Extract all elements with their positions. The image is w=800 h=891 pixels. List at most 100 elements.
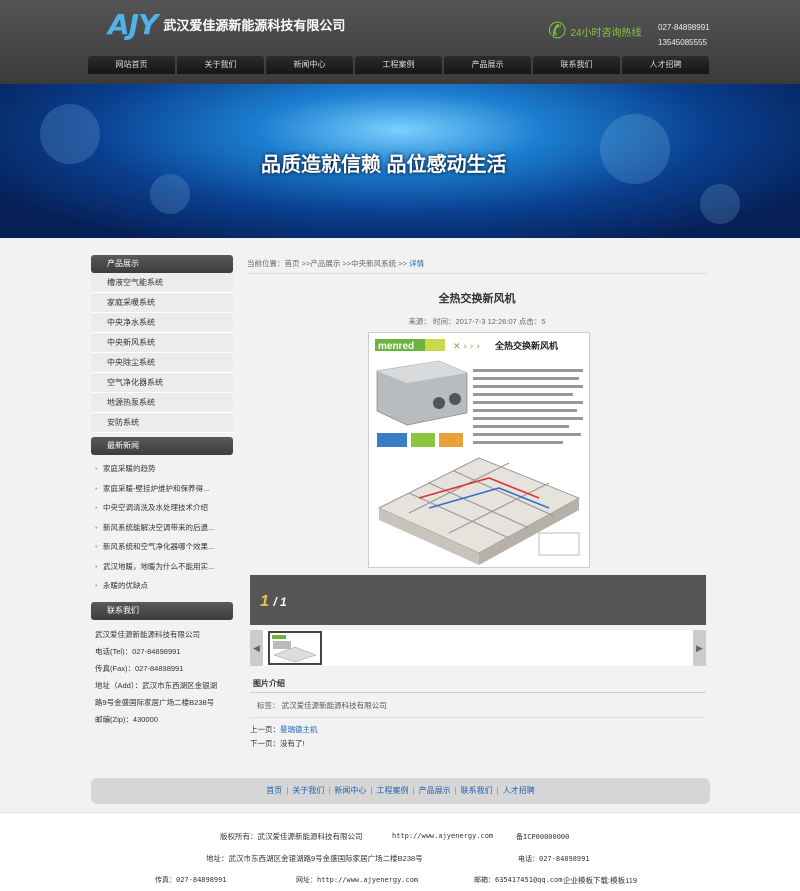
products-box-title: 产品展示	[91, 255, 233, 273]
footer-link-home[interactable]: 首页	[266, 786, 282, 795]
breadcrumb: 当前位置：首页 >>产品展示 >>中央新风系统 >> 详情	[247, 258, 707, 274]
bokeh-light	[150, 174, 190, 214]
footer-link-about[interactable]: 关于我们	[292, 786, 324, 795]
phone-number-1: 027-84898991	[658, 23, 710, 32]
hero-banner: 品质造就信赖 品位感动生活	[0, 84, 800, 238]
footer-email: 邮箱：635417451@qq.com	[474, 876, 563, 884]
footer-copyright: 版权所有：武汉爱佳源新能源科技有限公司	[220, 832, 363, 841]
footer-url[interactable]: http://www.ajyenergy.com	[392, 832, 493, 840]
product-photo-graphic: menred 全热交换新风机 ✕ › › ›	[369, 333, 589, 567]
hotline: ✆ 24小时咨询热线	[548, 18, 642, 44]
breadcrumb-current: 详情	[409, 259, 425, 268]
news-item[interactable]: 中央空调清洗及水处理技术介绍	[91, 498, 233, 518]
footer-link-cases[interactable]: 工程案例	[377, 786, 409, 795]
next-arrow-icon[interactable]: ▶	[693, 630, 706, 666]
nav-item-cases[interactable]: 工程案例	[355, 56, 442, 74]
separator: |	[454, 786, 457, 795]
phone-number-2: 13545085555	[658, 38, 707, 47]
page-title: 全热交换新风机	[438, 293, 516, 305]
news-item[interactable]: 家庭采暖-壁挂炉维护和保养得...	[91, 479, 233, 499]
hotline-label: 24小时咨询热线	[570, 27, 642, 39]
bokeh-light	[600, 114, 670, 184]
site-header: AJY 武汉爱佳源新能源科技有限公司 ✆ 24小时咨询热线 027-848989…	[0, 0, 800, 84]
gallery-caption-bar: 1 / 1	[250, 575, 706, 625]
footer-link-jobs[interactable]: 人才招聘	[503, 786, 535, 795]
news-item[interactable]: 武汉地暖，地暖为什么不能用实...	[91, 557, 233, 577]
sidebar-item-product[interactable]: 中央新风系统	[91, 333, 233, 353]
separator: |	[496, 786, 499, 795]
bokeh-light	[700, 184, 740, 224]
site-logo[interactable]: AJY 武汉爱佳源新能源科技有限公司	[108, 8, 345, 41]
footer-nav: 首页 | 关于我们 | 新闻中心 | 工程案例 | 产品展示 | 联系我们 | 人才招聘	[91, 778, 710, 804]
contact-company: 武汉爱佳源新能源科技有限公司	[95, 629, 200, 639]
footer-template-link[interactable]: 企业模板下载:模板119	[563, 875, 637, 886]
main-nav: 网站首页 关于我们 新闻中心 工程案例 产品展示 联系我们 人才招聘	[88, 56, 711, 74]
thumbnail-image[interactable]	[268, 631, 322, 665]
footer-web[interactable]: 网址：http://www.ajyenergy.com	[296, 875, 418, 885]
separator: |	[328, 786, 331, 795]
thumbnail-graphic	[270, 633, 320, 663]
contact-zip: 邮编(Zip)：430000	[95, 714, 158, 724]
phone-icon: ✆	[548, 18, 567, 43]
prev-page-link[interactable]: 曼瑞德主机	[280, 725, 318, 734]
page-current: 1	[260, 593, 269, 610]
main-content: 当前位置：首页 >>产品展示 >>中央新风系统 >> 详情 全热交换新风机 来源…	[247, 258, 707, 748]
nav-item-products[interactable]: 产品展示	[444, 56, 531, 74]
banner-slogan: 品质造就信赖 品位感动生活	[261, 154, 507, 176]
news-item[interactable]: 家庭采暖的趋势	[91, 459, 233, 479]
contact-address-2: 路9号金盛国际家居广场二楼B238号	[95, 697, 215, 707]
nav-item-home[interactable]: 网站首页	[88, 56, 175, 74]
footer-fax: 传真：027-84898991	[155, 876, 227, 884]
thumbnail-strip: ◀ ▶	[250, 630, 706, 666]
divider	[250, 692, 706, 693]
sidebar: 产品展示 槽液空气能系统 家庭采暖系统 中央净水系统 中央新风系统 中央除尘系统…	[91, 255, 233, 734]
contact-info: 武汉爱佳源新能源科技有限公司 电话(Tel)：027-84898991 传真(F…	[91, 620, 233, 734]
contact-tel: 电话(Tel)：027-84898991	[95, 646, 181, 656]
prev-arrow-icon[interactable]: ◀	[250, 630, 263, 666]
sidebar-item-product[interactable]: 家庭采暖系统	[91, 293, 233, 313]
prev-page-label: 上一页：	[250, 725, 280, 734]
footer-link-products[interactable]: 产品展示	[419, 786, 451, 795]
news-list: 家庭采暖的趋势 家庭采暖-壁挂炉维护和保养得... 中央空调清洗及水处理技术介绍…	[91, 455, 233, 596]
news-item[interactable]: 新风系统和空气净化器哪个效果...	[91, 537, 233, 557]
footer-link-news[interactable]: 新闻中心	[334, 786, 366, 795]
site-footer: 版权所有：武汉爱佳源新能源科技有限公司 http://www.ajyenergy…	[0, 812, 800, 891]
news-item[interactable]: 永暖的优缺点	[91, 576, 233, 596]
tags: 标签： 武汉爱佳源新能源科技有限公司	[257, 701, 387, 710]
svg-text:✕ › › ›: ✕ › › ›	[453, 342, 480, 352]
contact-address-1: 地址（Add）：武汉市东西湖区金银湖	[95, 680, 218, 690]
news-box-title: 最新新闻	[91, 437, 233, 455]
sidebar-item-product[interactable]: 安防系统	[91, 413, 233, 433]
next-page: 下一页：没有了!	[250, 739, 305, 748]
separator: |	[370, 786, 373, 795]
sidebar-item-product[interactable]: 槽液空气能系统	[91, 273, 233, 293]
sidebar-item-product[interactable]: 地源热泵系统	[91, 393, 233, 413]
news-item[interactable]: 新风系统能解决空调带来的后遗...	[91, 518, 233, 538]
page-counter: 1 / 1	[260, 593, 287, 611]
sidebar-item-product[interactable]: 中央除尘系统	[91, 353, 233, 373]
footer-link-contact[interactable]: 联系我们	[461, 786, 493, 795]
breadcrumb-path[interactable]: 当前位置：首页 >>产品展示 >>中央新风系统 >>	[247, 259, 407, 268]
photo-title: 全热交换新风机	[494, 340, 558, 351]
nav-item-jobs[interactable]: 人才招聘	[622, 56, 709, 74]
nav-item-about[interactable]: 关于我们	[177, 56, 264, 74]
page-total: / 1	[273, 595, 287, 609]
footer-tel: 电话：027-84898991	[518, 855, 590, 863]
contact-fax: 传真(Fax)：027-84898991	[95, 663, 184, 673]
separator: |	[286, 786, 289, 795]
sidebar-item-product[interactable]: 中央净水系统	[91, 313, 233, 333]
hotline-numbers: 027-84898991 13545085555	[658, 20, 710, 50]
nav-item-contact[interactable]: 联系我们	[533, 56, 620, 74]
bokeh-light	[40, 104, 100, 164]
products-menu: 槽液空气能系统 家庭采暖系统 中央净水系统 中央新风系统 中央除尘系统 空气净化…	[91, 273, 233, 433]
footer-icp: 备ICP00000000	[516, 833, 570, 841]
sidebar-item-product[interactable]: 空气净化器系统	[91, 373, 233, 393]
separator: |	[412, 786, 415, 795]
prev-page: 上一页：曼瑞德主机	[250, 724, 318, 735]
article-meta: 来源： 时间：2017-7-3 12:26:07 点击：5	[408, 317, 546, 326]
intro-title: 图片介绍	[253, 679, 285, 688]
company-name: 武汉爱佳源新能源科技有限公司	[163, 18, 346, 33]
nav-item-news[interactable]: 新闻中心	[266, 56, 353, 74]
contact-box-title: 联系我们	[91, 601, 233, 620]
product-photo[interactable]: menred 全热交换新风机 ✕ › › ›	[368, 332, 590, 568]
